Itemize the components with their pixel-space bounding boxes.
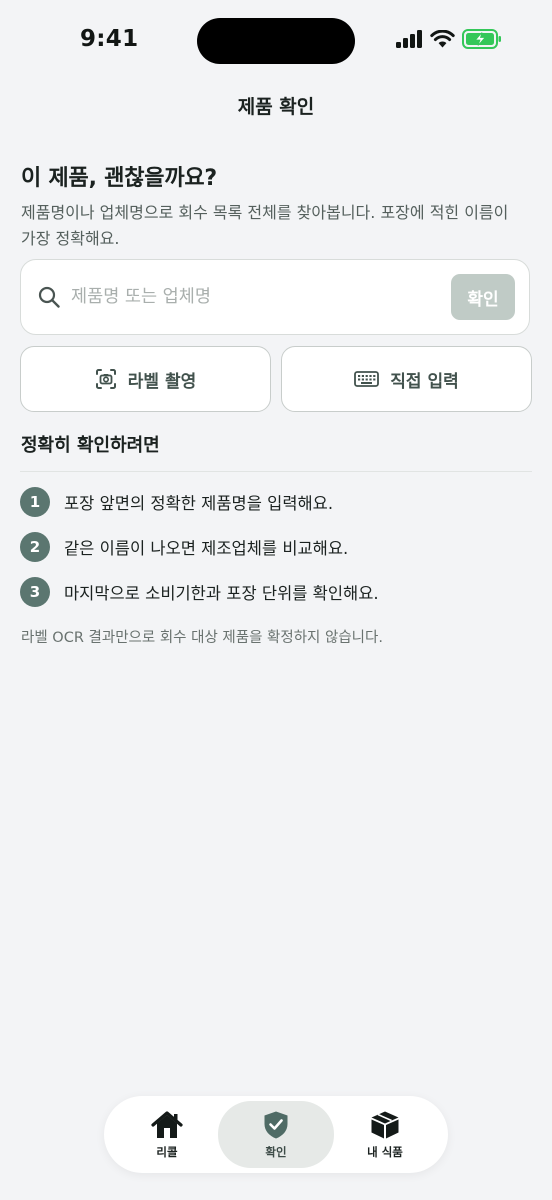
tab-bar: 리콜 확인 내 식품 <box>104 1096 448 1173</box>
manual-entry-label: 직접 입력 <box>390 371 459 392</box>
confirm-button[interactable]: 확인 <box>451 274 515 320</box>
status-time: 9:41 <box>80 26 139 52</box>
status-icons <box>396 29 502 49</box>
cellular-signal-icon <box>396 30 422 48</box>
tab-label: 내 식품 <box>367 1144 403 1159</box>
search-card: 확인 <box>20 259 530 335</box>
label-scan-label: 라벨 촬영 <box>127 371 197 392</box>
tab-recall[interactable]: 리콜 <box>109 1101 225 1168</box>
tab-check[interactable]: 확인 <box>218 1101 334 1168</box>
package-icon <box>371 1111 399 1138</box>
guide-step: 3 마지막으로 소비기한과 포장 단위를 확인해요. <box>20 576 532 607</box>
hero-subtitle: 제품명이나 업체명으로 회수 목록 전체를 찾아봅니다. 포장에 적힌 이름이 … <box>21 203 509 248</box>
tab-label: 리콜 <box>156 1144 178 1159</box>
hero-title: 이 제품, 괜찮을까요? <box>21 166 217 191</box>
wifi-icon <box>430 30 455 48</box>
step-number-badge: 3 <box>20 576 50 607</box>
home-icon <box>151 1110 183 1138</box>
guide-step: 1 포장 앞면의 정확한 제품명을 입력해요. <box>20 486 532 517</box>
search-input[interactable] <box>71 276 441 318</box>
dynamic-island <box>197 18 355 64</box>
camera-scan-icon <box>95 369 116 389</box>
tab-my-food[interactable]: 내 식품 <box>327 1101 443 1168</box>
guide-title: 정확히 확인하려면 <box>21 435 160 456</box>
page-title: 제품 확인 <box>237 96 315 118</box>
battery-charging-icon <box>462 29 501 49</box>
step-text: 포장 앞면의 정확한 제품명을 입력해요. <box>64 493 334 513</box>
search-icon <box>38 286 60 308</box>
guide-step: 2 같은 이름이 나오면 제조업체를 비교해요. <box>20 531 532 562</box>
manual-entry-button[interactable]: 직접 입력 <box>281 346 532 412</box>
section-divider <box>20 471 532 472</box>
guide-steps: 1 포장 앞면의 정확한 제품명을 입력해요. 2 같은 이름이 나오면 제조업… <box>20 486 532 621</box>
step-number-badge: 1 <box>20 486 50 517</box>
ocr-disclaimer: 라벨 OCR 결과만으로 회수 대상 제품을 확정하지 않습니다. <box>21 630 383 646</box>
step-text: 마지막으로 소비기한과 포장 단위를 확인해요. <box>64 583 379 603</box>
shield-check-icon <box>264 1111 288 1138</box>
keyboard-icon <box>354 371 380 387</box>
tab-label: 확인 <box>265 1144 287 1159</box>
step-text: 같은 이름이 나오면 제조업체를 비교해요. <box>64 538 349 558</box>
step-number-badge: 2 <box>20 531 50 562</box>
status-bar: 9:41 <box>0 0 552 84</box>
label-scan-button[interactable]: 라벨 촬영 <box>20 346 271 412</box>
